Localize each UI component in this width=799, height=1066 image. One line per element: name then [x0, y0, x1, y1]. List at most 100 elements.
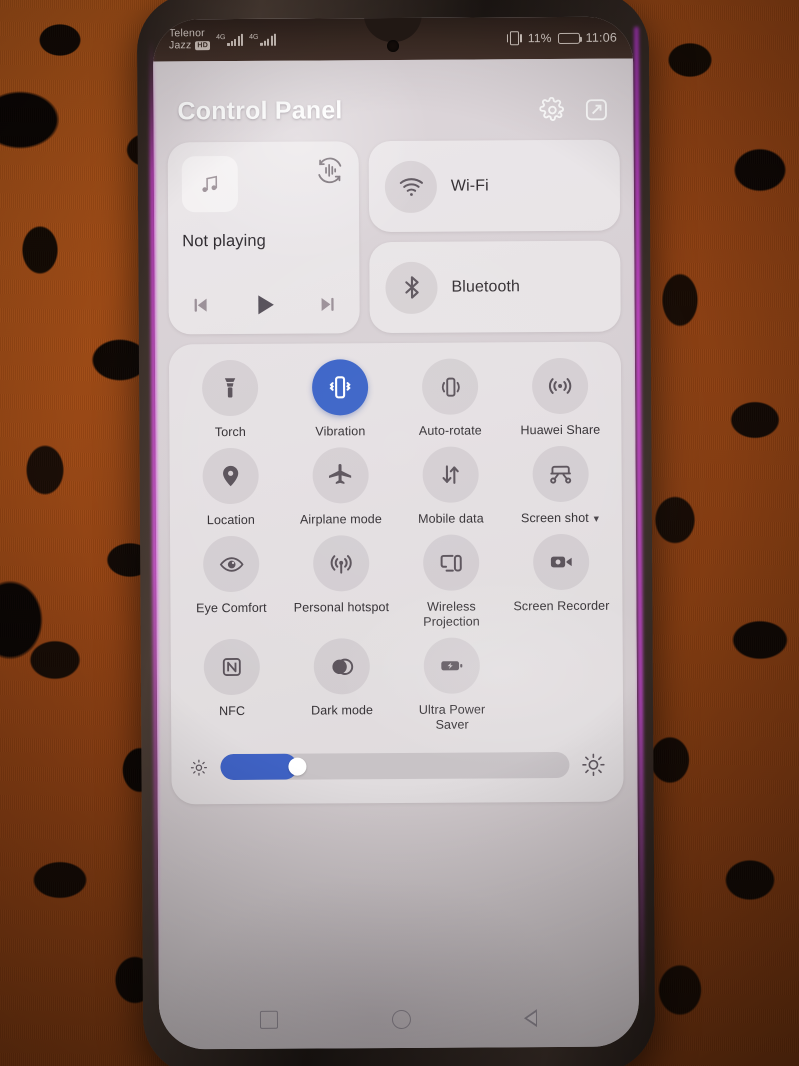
toggle-huawei-share[interactable]: Huawei Share: [505, 357, 615, 439]
toggle-label: Ultra Power Saver: [418, 702, 486, 732]
toggle-label: Torch: [214, 424, 246, 440]
toggle-dark-mode[interactable]: Dark mode: [287, 638, 398, 734]
toggle-label: Mobile data: [417, 511, 484, 526]
vibrate-icon: [506, 31, 522, 46]
toggle-row-2: Location Airplane mode Mobile data Scree…: [175, 445, 615, 529]
toggle-label: NFC: [219, 703, 246, 719]
toggle-personal-hotspot[interactable]: Personal hotspot: [286, 535, 397, 631]
carrier-secondary-row: Jazz HD: [168, 39, 211, 52]
circle-home-icon[interactable]: [391, 1009, 412, 1029]
toggle-auto-rotate[interactable]: Auto-rotate: [395, 358, 505, 439]
gear-icon[interactable]: [539, 96, 565, 122]
huawei-share-icon: [531, 357, 589, 415]
toggle-label: Wireless Projection: [423, 599, 480, 629]
toggle-row-1: Torch Vibration Auto-rotate Huawei Share: [175, 357, 615, 441]
toggle-wireless-projection[interactable]: Wireless Projection: [396, 534, 507, 630]
wifi-icon: [384, 160, 438, 213]
page-title: Control Panel: [177, 96, 343, 126]
toggle-label-text: Screen shot: [520, 510, 589, 526]
android-navigation-bar: [159, 989, 639, 1050]
status-bar-left: Telenor Jazz HD 4G 4G: [168, 27, 277, 52]
mobile-data-icon: [422, 446, 479, 503]
toggle-airplane-mode[interactable]: Airplane mode: [285, 447, 395, 528]
volte-hd-badge: HD: [195, 41, 211, 51]
bluetooth-icon: [385, 261, 438, 314]
control-panel: Control Panel Not playing Wi-Fi Bluetoot…: [153, 58, 640, 1050]
panel-header: Control Panel: [167, 59, 619, 143]
brightness-low-icon: [189, 758, 208, 777]
screenshot-icon: [532, 445, 589, 503]
phone-device-body: Telenor Jazz HD 4G 4G 11% 11:06 Control …: [136, 0, 656, 1066]
toggle-empty-slot: [507, 637, 618, 733]
status-bar-right: 11% 11:06: [506, 30, 618, 46]
wifi-tile[interactable]: Wi-Fi: [368, 139, 621, 233]
square-recents-icon[interactable]: [259, 1010, 279, 1029]
airplane-icon: [312, 447, 369, 504]
skip-next-icon[interactable]: [316, 292, 340, 316]
signal-bars-sim1-icon: [227, 33, 244, 47]
toggle-label: Huawei Share: [520, 422, 601, 438]
status-bar: Telenor Jazz HD 4G 4G 11% 11:06: [153, 17, 633, 62]
toggle-row-3: Eye Comfort Personal hotspot Wireless Pr…: [176, 533, 617, 632]
network-type-sim2-label: 4G: [249, 33, 259, 41]
photo-of-phone-screen: Telenor Jazz HD 4G 4G 11% 11:06 Control …: [0, 0, 799, 1066]
quick-toggles-card: Torch Vibration Auto-rotate Huawei Share…: [168, 341, 624, 805]
vibration-icon: [311, 359, 369, 416]
dark-mode-icon: [313, 638, 370, 695]
toggle-ultra-power-saver[interactable]: Ultra Power Saver: [397, 637, 508, 733]
toggle-screenshot[interactable]: Screen shot ▼: [505, 445, 615, 527]
connectivity-stack: Wi-Fi Bluetooth: [368, 139, 621, 334]
toggle-label: Dark mode: [311, 703, 374, 718]
header-actions: [539, 96, 609, 122]
flashlight-icon: [201, 359, 259, 417]
brightness-slider-thumb[interactable]: [288, 757, 307, 776]
toggle-label: Airplane mode: [299, 512, 382, 527]
chevron-down-icon[interactable]: ▼: [592, 514, 601, 525]
bluetooth-tile[interactable]: Bluetooth: [369, 240, 621, 334]
play-icon[interactable]: [249, 290, 279, 320]
carrier-secondary-label: Jazz: [168, 39, 192, 52]
music-note-icon: [181, 155, 239, 213]
toggle-nfc[interactable]: NFC: [177, 638, 288, 735]
triangle-back-icon[interactable]: [525, 1009, 538, 1027]
toggle-label: Personal hotspot: [293, 600, 390, 615]
toggle-vibration[interactable]: Vibration: [285, 359, 395, 440]
eye-icon: [203, 535, 260, 593]
clock-label: 11:06: [585, 30, 618, 45]
toggle-mobile-data[interactable]: Mobile data: [395, 446, 505, 527]
signal-bars-sim2-icon: [260, 33, 277, 46]
signal-strength-sim1: 4G: [216, 33, 244, 47]
brightness-high-icon: [581, 753, 605, 777]
bluetooth-label: Bluetooth: [451, 277, 521, 296]
phone-screen: Telenor Jazz HD 4G 4G 11% 11:06 Control …: [152, 16, 640, 1050]
nfc-icon: [203, 638, 260, 696]
audio-output-icon[interactable]: [315, 155, 345, 185]
media-player-card[interactable]: Not playing: [167, 141, 360, 335]
brightness-control: [177, 740, 617, 795]
toggle-torch[interactable]: Torch: [175, 359, 285, 441]
brightness-slider[interactable]: [220, 751, 570, 781]
battery-icon: [557, 32, 580, 44]
media-title: Not playing: [182, 231, 266, 251]
toggle-screen-recorder[interactable]: Screen Recorder: [506, 533, 617, 630]
carrier-names: Telenor Jazz HD: [168, 27, 211, 52]
wifi-label: Wi-Fi: [450, 176, 489, 195]
location-pin-icon: [202, 447, 259, 505]
signal-strength-sim2: 4G: [249, 33, 277, 46]
battery-percent-label: 11%: [527, 31, 552, 46]
auto-rotate-icon: [421, 358, 479, 415]
toggle-row-4: NFC Dark mode Ultra Power Saver: [177, 637, 618, 735]
toggle-eye-comfort[interactable]: Eye Comfort: [176, 535, 287, 632]
top-cards-row: Not playing Wi-Fi Bluetooth: [167, 139, 621, 335]
cast-screen-icon: [423, 534, 480, 591]
media-transport-controls: [183, 289, 346, 322]
toggle-label: Auto-rotate: [418, 423, 482, 438]
toggle-label: Vibration: [315, 424, 366, 439]
network-type-sim1-label: 4G: [216, 34, 226, 42]
toggle-location[interactable]: Location: [175, 447, 285, 529]
status-bar-area: Telenor Jazz HD 4G 4G 11% 11:06: [152, 16, 634, 62]
edit-expand-icon[interactable]: [583, 96, 609, 122]
skip-previous-icon[interactable]: [189, 293, 213, 317]
video-camera-icon: [533, 533, 590, 591]
toggle-label: Location: [206, 512, 255, 528]
